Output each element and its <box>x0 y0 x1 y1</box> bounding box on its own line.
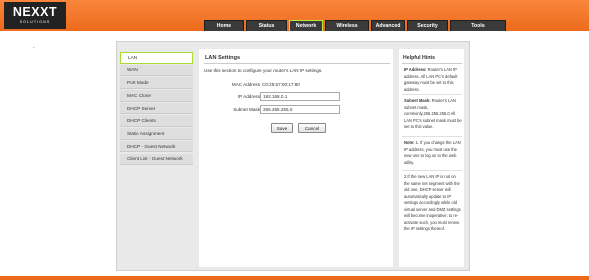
section-title: LAN Settings <box>205 55 241 61</box>
sidebar-item-dhcp-clients[interactable]: DHCP Clients <box>120 115 193 128</box>
sidebar-item-port-mode[interactable]: Port Mode <box>120 77 193 89</box>
tab-advanced[interactable]: Advanced <box>371 20 405 31</box>
subnet-mask-label: Subnet Mask <box>233 107 260 112</box>
tab-wireless[interactable]: Wireless <box>325 20 369 31</box>
hints-separator <box>402 170 462 171</box>
section-divider <box>204 63 390 64</box>
hint-subnet-mask: Subnet Mask: Router's LAN subnet mask, c… <box>404 98 462 131</box>
tab-tools[interactable]: Tools <box>450 20 506 31</box>
sidebar-item-client-list-guest[interactable]: Client List - Guest Network <box>120 153 193 166</box>
mac-address-label: MAC Address <box>231 82 260 87</box>
tab-network[interactable]: Network <box>289 20 323 31</box>
ip-address-label: IP Address <box>237 94 260 99</box>
sidebar-item-lan[interactable]: LAN <box>120 52 193 64</box>
tab-home[interactable]: Home <box>204 20 244 31</box>
hint-note: Note: 1. If you change the LAN IP addres… <box>404 140 462 166</box>
sidebar-item-dhcp-guest[interactable]: DHCP - Guest Network <box>120 140 193 153</box>
brand-name: NEXXT <box>12 5 58 19</box>
helpful-hints-panel: Helpful Hints IP Address: Router's LAN I… <box>399 49 464 267</box>
sidebar-item-static-assignment[interactable]: Static Assignment <box>120 128 193 140</box>
cancel-button[interactable]: Cancel <box>298 123 326 133</box>
footer-bar <box>0 276 589 280</box>
hints-divider <box>402 63 462 64</box>
main-nav: Home Status Network Wireless Advanced Se… <box>204 20 508 31</box>
sidebar: LAN WAN Port Mode MAC Clone DHCP Server … <box>120 52 193 166</box>
hint-ip-address-label: IP Address: <box>404 67 427 72</box>
sidebar-item-wan[interactable]: WAN <box>120 64 193 77</box>
hints-separator <box>402 136 462 137</box>
hint-note-label: Note: <box>404 140 415 145</box>
page-mark: . <box>33 44 35 50</box>
save-button[interactable]: Save <box>271 123 293 133</box>
hint-ip-address: IP Address: Router's LAN IP address. All… <box>404 67 462 93</box>
hints-title: Helpful Hints <box>403 55 435 61</box>
hint-subnet-mask-label: Subnet Mask: <box>404 98 431 103</box>
brand-logo[interactable]: NEXXT SOLUTIONS <box>4 2 66 29</box>
tab-status[interactable]: Status <box>246 20 287 31</box>
hint-note-2: 2.If the new LAN IP is not on the same n… <box>404 174 461 231</box>
sidebar-item-dhcp-server[interactable]: DHCP Server <box>120 102 193 115</box>
brand-tagline: SOLUTIONS <box>19 20 51 24</box>
tab-security[interactable]: Security <box>407 20 448 31</box>
ip-address-input[interactable]: 192.168.0.1 <box>260 92 340 101</box>
sidebar-item-mac-clone[interactable]: MAC Clone <box>120 90 193 102</box>
mac-address-value: C0:25:67:00:17:80 <box>262 82 300 87</box>
section-description: Use this section to configure your route… <box>204 68 323 73</box>
header-bar: NEXXT SOLUTIONS Home Status Network Wire… <box>0 0 589 31</box>
subnet-mask-input[interactable]: 255.255.255.0 <box>260 105 340 114</box>
lan-settings-section: LAN Settings Use this section to configu… <box>199 49 393 267</box>
hints-separator <box>402 94 462 95</box>
